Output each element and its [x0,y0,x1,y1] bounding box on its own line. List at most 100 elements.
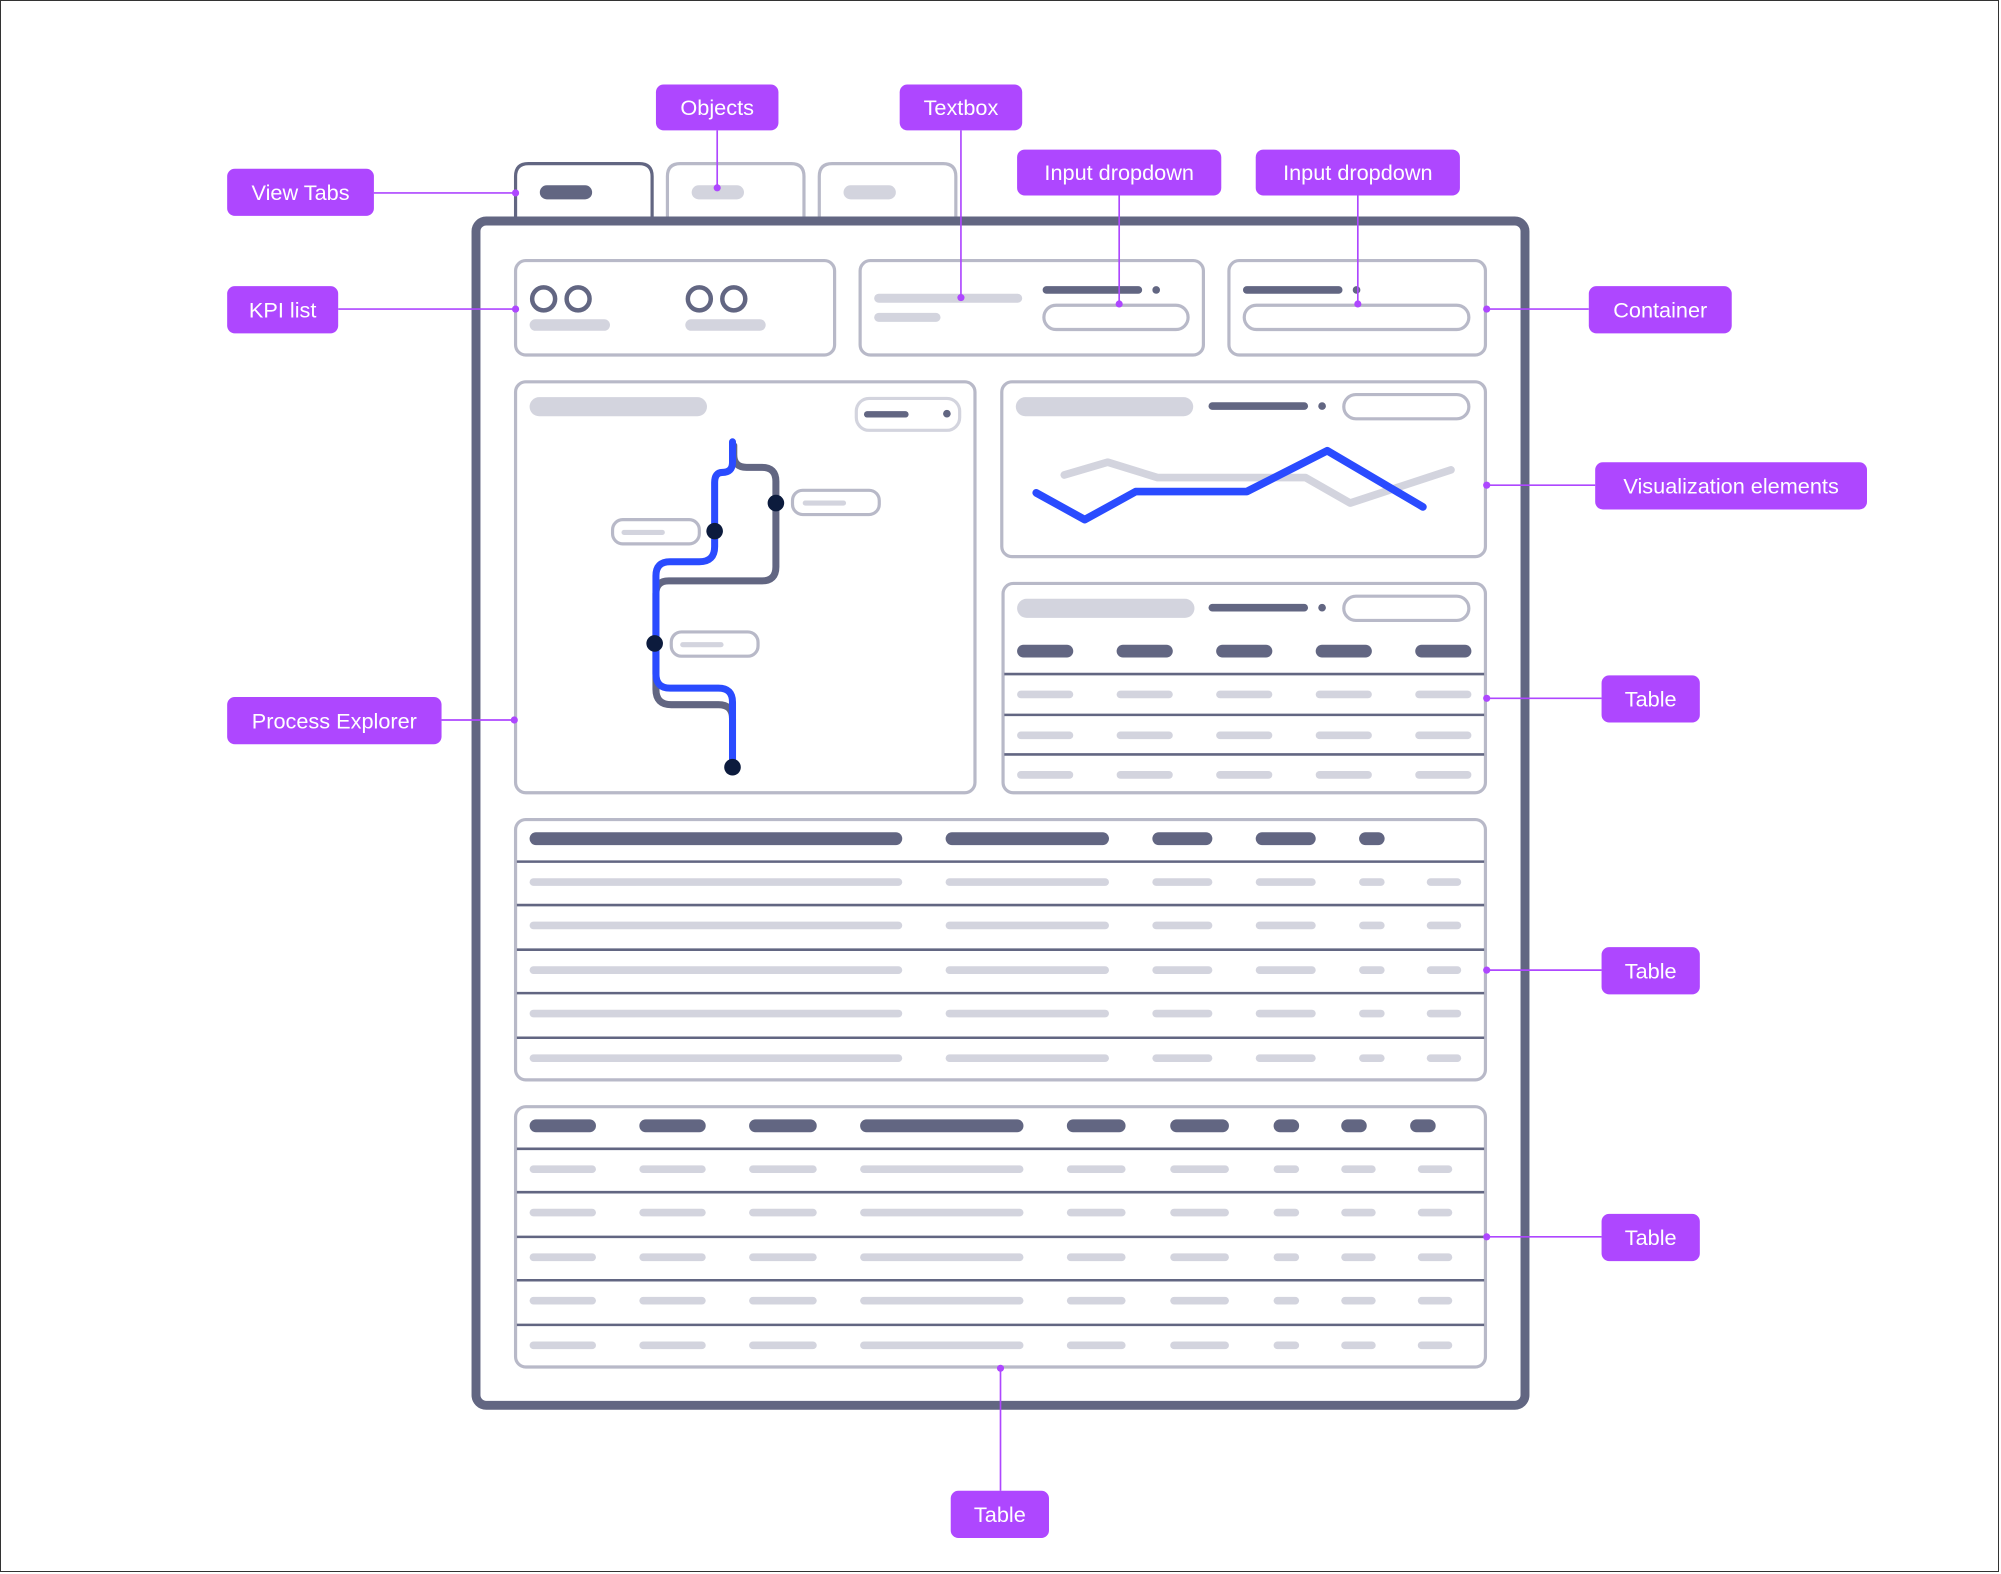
view-tab-active[interactable] [513,162,654,220]
callout-anchor-dot [1483,481,1491,489]
tab-label-placeholder [539,185,593,200]
panel-title-placeholder [529,397,707,417]
column-header-placeholder[interactable] [639,1119,706,1133]
callout-label: Table [1625,1225,1677,1250]
table-cell-placeholder [1417,1341,1453,1350]
input-dropdown[interactable] [1342,392,1471,421]
table-cell-placeholder [639,1208,706,1217]
callout-anchor-dot [1483,305,1491,313]
table-cell-placeholder [1359,878,1385,886]
table-cell-placeholder [529,921,903,930]
view-tabs [513,162,958,220]
dropdown-indicator-icon [1318,402,1326,410]
callout-anchor-dot [1483,966,1491,974]
callout-label: Visualization elements [1623,473,1839,498]
table-cell-placeholder [1359,966,1385,974]
dashboard-anatomy-diagram: View Tabs Objects Textbox Input dropdown Inp… [227,84,1868,1539]
process-node[interactable] [646,635,663,652]
table-cell-placeholder [1341,1341,1376,1350]
table-cell-placeholder [1152,966,1213,974]
textbox-line [874,312,941,322]
view-tab-2[interactable] [665,162,806,220]
callout-label: Table [1625,958,1677,983]
process-node[interactable] [706,522,723,540]
table-cell-placeholder [1426,1054,1462,1063]
column-header-placeholder[interactable] [1255,832,1316,846]
table-cell-placeholder [1417,1165,1453,1174]
table-cell-placeholder [529,1165,596,1174]
panel-title-placeholder [1017,598,1195,618]
process-explorer-filter[interactable] [854,396,962,432]
process-node[interactable] [767,494,785,512]
table-cell-placeholder [945,966,1109,974]
column-header-placeholder[interactable] [945,832,1109,846]
dropdown-label-placeholder [1208,402,1309,410]
callout-anchor-dot [510,716,518,724]
table-cell-placeholder [1359,1009,1385,1018]
table-cell-placeholder [1017,731,1074,740]
column-header-placeholder[interactable] [1273,1119,1300,1133]
input-dropdown[interactable] [1242,303,1471,332]
table-cell-placeholder [1255,966,1316,974]
table-cell-placeholder [1315,771,1372,779]
callout-label: Table [1625,687,1677,712]
table-cell-placeholder [1273,1165,1300,1174]
table-cell-placeholder [1152,1054,1213,1063]
process-node-label [790,488,881,517]
callout-anchor-dot [957,294,965,302]
column-header-placeholder[interactable] [1152,832,1213,846]
callout-label: Table [974,1502,1026,1527]
input-dropdown[interactable] [1342,594,1471,623]
column-header-placeholder[interactable] [1415,644,1472,658]
table-cell-placeholder [1017,690,1074,699]
table-cell-placeholder [529,1009,903,1018]
table-cell-placeholder [1066,1208,1126,1217]
textbox-panel [858,258,1206,357]
column-header-placeholder[interactable] [1116,644,1173,658]
table-cell-placeholder [529,1208,596,1217]
callout-anchor-dot [511,189,520,197]
table-cell-placeholder [1116,690,1173,699]
column-header-placeholder[interactable] [529,1119,596,1133]
table-cell-placeholder [945,1009,1109,1018]
kpi-label-placeholder [685,319,766,331]
column-header-placeholder[interactable] [1216,644,1273,658]
column-header-placeholder[interactable] [860,1119,1024,1133]
dropdown-label-placeholder [1042,286,1143,294]
table-cell-placeholder [1170,1341,1229,1350]
table-cell-placeholder [1315,731,1372,740]
table-cell-placeholder [1216,731,1273,740]
panel-title-placeholder [1015,397,1194,417]
input-dropdown[interactable] [1042,303,1190,332]
column-header-placeholder[interactable] [1341,1119,1367,1133]
column-header-placeholder[interactable] [1066,1119,1126,1133]
column-header-placeholder[interactable] [749,1119,817,1133]
table-cell-placeholder [1415,690,1472,699]
callout-label: Objects [680,95,754,120]
view-tab-3[interactable] [817,162,958,220]
column-header-placeholder[interactable] [1359,832,1385,846]
table-cell-placeholder [1426,921,1462,930]
table-cell-placeholder [1255,878,1316,886]
column-header-placeholder[interactable] [1017,644,1074,658]
dropdown-label-placeholder [1208,603,1309,612]
column-header-placeholder[interactable] [529,832,903,846]
table-cell-placeholder [945,1054,1109,1063]
table-cell-placeholder [1359,921,1385,930]
process-explorer-panel [513,380,977,795]
process-node[interactable] [724,758,741,776]
dropdown-label-placeholder [1242,286,1343,294]
process-node-label [610,518,701,546]
column-header-placeholder[interactable] [1410,1119,1436,1133]
callout-anchor-dot [1483,1233,1491,1241]
table-cell-placeholder [1415,731,1472,740]
column-header-placeholder[interactable] [1170,1119,1229,1133]
table-cell-placeholder [945,921,1109,930]
table-cell-placeholder [1415,771,1472,779]
column-header-placeholder[interactable] [1315,644,1372,658]
visualization-panel [1000,380,1488,559]
textbox-line [874,293,1023,303]
table-cell-placeholder [1341,1165,1376,1174]
table-cell-placeholder [1417,1296,1453,1305]
table-cell-placeholder [860,1253,1024,1262]
